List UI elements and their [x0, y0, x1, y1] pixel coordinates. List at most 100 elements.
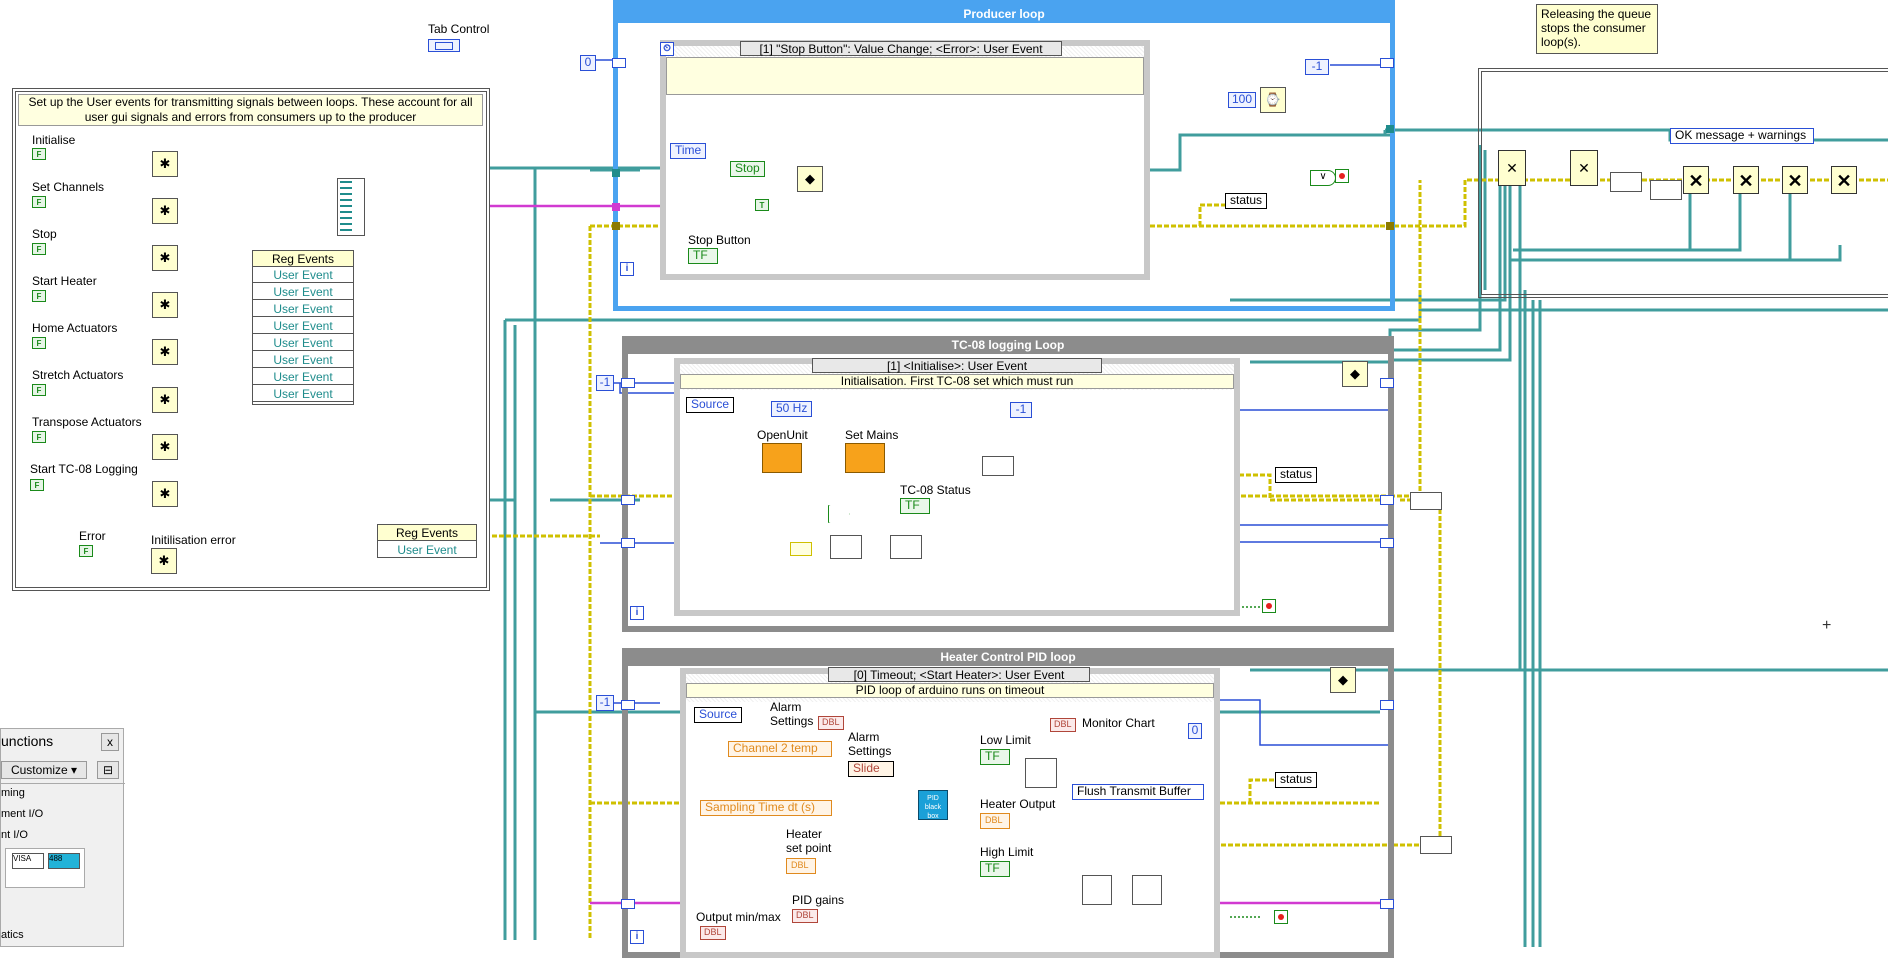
shift-register-right[interactable]: [1380, 495, 1394, 505]
output-minmax-cluster[interactable]: DBL: [700, 926, 726, 940]
pid-gains-cluster[interactable]: DBL: [792, 909, 818, 923]
tab-control-terminal[interactable]: [428, 39, 460, 52]
palette-view-icon[interactable]: ⊟: [97, 761, 119, 779]
shift-register-left[interactable]: [612, 58, 626, 68]
visa-flush-node[interactable]: [1132, 875, 1162, 905]
source-terminal[interactable]: Source: [694, 707, 743, 723]
const-neg1[interactable]: -1: [1010, 402, 1032, 418]
sampling-time-terminal[interactable]: Sampling Time dt (s): [700, 800, 832, 816]
user-event-row[interactable]: User Event: [378, 542, 476, 558]
heater-setpoint-terminal[interactable]: DBL: [786, 858, 816, 874]
stop-terminal[interactable]: Stop: [730, 161, 765, 177]
const-0[interactable]: 0: [580, 55, 596, 71]
create-user-event-node[interactable]: ✱: [152, 198, 178, 224]
stop-button-terminal[interactable]: TF: [688, 248, 718, 264]
create-user-event-node[interactable]: ✱: [151, 548, 177, 574]
shift-register-right[interactable]: [1380, 700, 1394, 710]
bundle-node[interactable]: [890, 535, 922, 559]
const-neg1[interactable]: -1: [596, 375, 614, 391]
reg-events-node[interactable]: Reg Events User Event User Event User Ev…: [252, 250, 354, 405]
const-100[interactable]: 100: [1228, 92, 1256, 108]
reg-events-node-2[interactable]: Reg Events User Event: [377, 524, 477, 558]
create-user-event-node[interactable]: ✱: [152, 151, 178, 177]
create-user-event-node[interactable]: ✱: [152, 339, 178, 365]
shift-register-right[interactable]: [1380, 538, 1394, 548]
user-event-row[interactable]: User Event: [253, 369, 353, 385]
setmains-vi[interactable]: [845, 443, 885, 473]
ok-message-warnings-enum[interactable]: OK message + warnings: [1670, 128, 1814, 144]
channel2-temp-terminal[interactable]: Channel 2 temp: [728, 741, 832, 757]
destroy-user-event-node[interactable]: ✕: [1683, 166, 1709, 194]
hz-enum[interactable]: 50 Hz: [771, 401, 813, 417]
visa-palette-icon[interactable]: VISA: [12, 853, 44, 869]
user-event-row[interactable]: User Event: [253, 301, 353, 317]
palette-item[interactable]: nt I/O: [1, 829, 28, 841]
flush-transmit-buffer-enum[interactable]: Flush Transmit Buffer: [1072, 784, 1204, 800]
start-tc08-bool-terminal[interactable]: F: [30, 479, 44, 491]
create-user-event-node[interactable]: ✱: [152, 387, 178, 413]
bundle-node[interactable]: [337, 178, 365, 236]
slide-terminal[interactable]: Slide: [848, 761, 894, 777]
const-neg1[interactable]: -1: [1305, 59, 1329, 75]
error-bool-terminal[interactable]: F: [79, 545, 93, 557]
palette-item[interactable]: atics: [1, 929, 24, 941]
shift-register-left[interactable]: [621, 899, 635, 909]
user-event-row[interactable]: User Event: [253, 352, 353, 368]
tc08-event-selector[interactable]: [1] <Initialise>: User Event: [812, 358, 1102, 373]
palette-item[interactable]: ming: [1, 787, 25, 799]
initialise-bool-terminal[interactable]: F: [32, 148, 46, 160]
pid-black-box-vi[interactable]: PID black box: [918, 790, 948, 820]
shift-register-left[interactable]: [621, 495, 635, 505]
or-gate-node[interactable]: ∨: [1310, 170, 1336, 186]
tc08-stop-condition[interactable]: [1262, 599, 1276, 613]
create-user-event-node[interactable]: ✱: [152, 434, 178, 460]
set-channels-bool-terminal[interactable]: F: [32, 196, 46, 208]
gpib-palette-icon[interactable]: 488: [48, 853, 80, 869]
shift-register-left[interactable]: [621, 378, 635, 388]
customize-button[interactable]: Customize ▾: [1, 761, 87, 779]
home-actuators-bool-terminal[interactable]: F: [32, 337, 46, 349]
create-user-event-node[interactable]: ✱: [152, 481, 178, 507]
shift-register-right[interactable]: [1380, 58, 1394, 68]
merge-errors-node[interactable]: [1410, 492, 1442, 510]
shift-register-left[interactable]: [621, 700, 635, 710]
release-queue-node[interactable]: ✕: [1570, 150, 1598, 186]
fire-user-event-node[interactable]: ◆: [1342, 361, 1368, 387]
wait-ms-node[interactable]: ⌚: [1260, 87, 1286, 113]
openunit-vi[interactable]: [762, 443, 802, 473]
alarm-settings-cluster-1[interactable]: DBL: [818, 716, 844, 730]
heater-event-selector[interactable]: [0] Timeout; <Start Heater>: User Event: [828, 667, 1090, 682]
true-constant[interactable]: T: [755, 199, 769, 211]
const-0[interactable]: 0: [1188, 723, 1202, 739]
merge-errors-node[interactable]: [1420, 836, 1452, 854]
status-unbundle[interactable]: status: [1225, 193, 1268, 209]
functions-palette[interactable]: unctions x Customize ▾ ⊟ ming ment I/O n…: [0, 728, 125, 947]
user-event-row[interactable]: User Event: [253, 318, 353, 334]
shift-register-right[interactable]: [1380, 899, 1394, 909]
fire-user-event-node[interactable]: ◆: [797, 166, 823, 192]
user-event-row[interactable]: User Event: [253, 335, 353, 351]
palette-close-icon[interactable]: x: [101, 733, 119, 751]
release-queue-node[interactable]: ✕: [1498, 150, 1526, 186]
palette-item[interactable]: ment I/O: [1, 808, 43, 820]
visa-write-node[interactable]: [1082, 875, 1112, 905]
destroy-user-event-node[interactable]: ✕: [1782, 166, 1808, 194]
string-constant[interactable]: [790, 542, 812, 556]
status-unbundle[interactable]: status: [1275, 772, 1318, 788]
chart-build-node[interactable]: [1025, 758, 1057, 788]
heater-stop-condition[interactable]: [1274, 910, 1288, 924]
bundle-node[interactable]: [830, 535, 862, 559]
shift-register-right[interactable]: [1380, 378, 1394, 388]
fire-user-event-node[interactable]: ◆: [1330, 667, 1356, 693]
destroy-user-event-node[interactable]: ✕: [1831, 166, 1857, 194]
user-event-row[interactable]: User Event: [253, 386, 353, 402]
create-user-event-node[interactable]: ✱: [152, 292, 178, 318]
user-event-row[interactable]: User Event: [253, 267, 353, 283]
shift-register-left[interactable]: [621, 538, 635, 548]
destroy-user-event-node[interactable]: ✕: [1733, 166, 1759, 194]
merge-errors-node[interactable]: [1650, 180, 1682, 200]
const-neg1[interactable]: -1: [596, 695, 614, 711]
stop-bool-terminal[interactable]: F: [32, 243, 46, 255]
stretch-actuators-bool-terminal[interactable]: F: [32, 384, 46, 396]
source-terminal[interactable]: Source: [686, 397, 735, 413]
